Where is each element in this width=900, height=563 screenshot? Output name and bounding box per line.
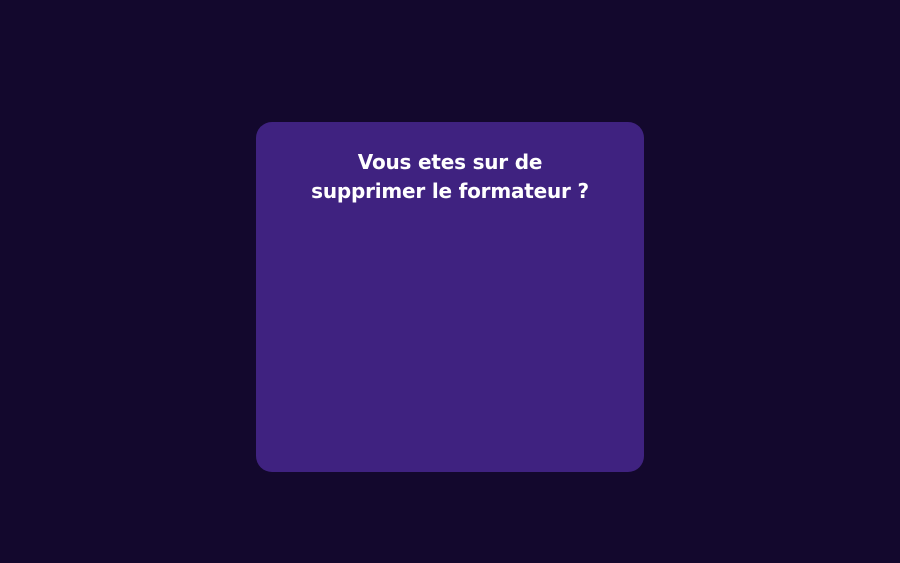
dialog-title-line-2: supprimer le formateur ?: [311, 179, 589, 203]
dialog-title: Vous etes sur de supprimer le formateur …: [256, 148, 644, 206]
dialog-title-line-1: Vous etes sur de: [357, 150, 543, 174]
delete-trainer-confirm-dialog: Vous etes sur de supprimer le formateur …: [256, 122, 644, 472]
